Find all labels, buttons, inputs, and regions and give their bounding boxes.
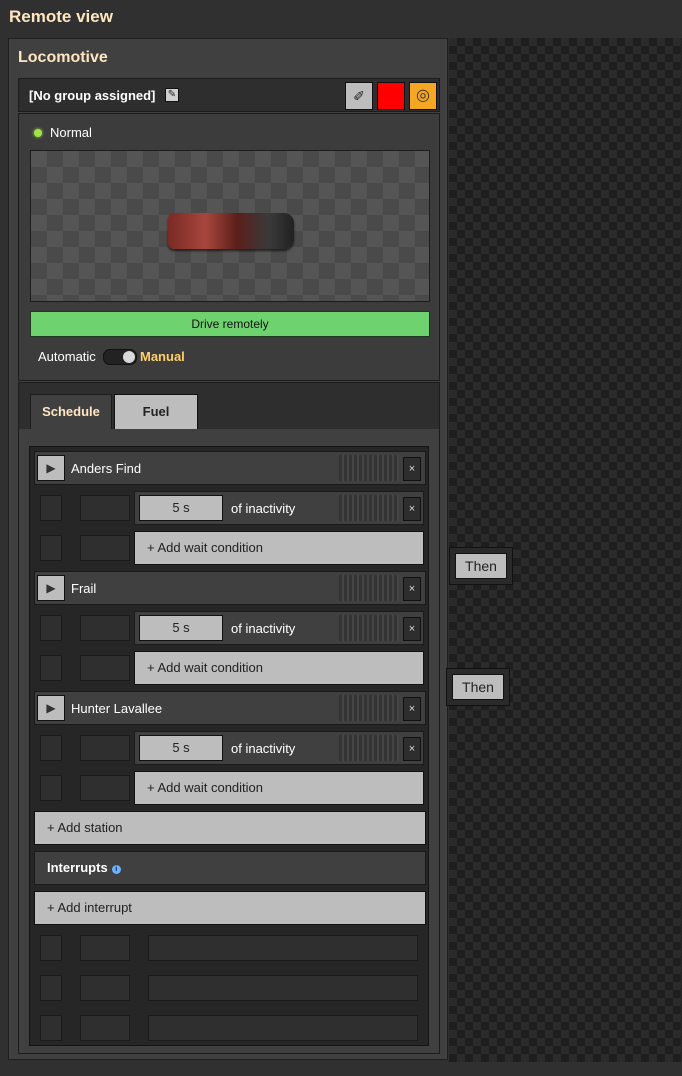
- station-row: ▶ Anders Find ×: [34, 451, 426, 485]
- empty-row: [34, 971, 426, 1005]
- wait-condition: 5 s of inactivity ×: [134, 491, 424, 525]
- add-station-button[interactable]: + Add station: [34, 811, 426, 845]
- drag-handle[interactable]: [339, 575, 399, 601]
- bottom-bar: [0, 1062, 682, 1076]
- drive-remotely-button[interactable]: Drive remotely: [30, 311, 430, 337]
- eyedropper-icon: ✐: [353, 88, 365, 104]
- empty-slot: [40, 935, 62, 961]
- station-name: Anders Find: [71, 461, 142, 476]
- interrupts-header: Interrupts i: [34, 851, 426, 885]
- add-wait-condition-button[interactable]: + Add wait condition: [134, 771, 424, 805]
- group-bar: [No group assigned] ✎ ✐ ◎: [18, 78, 440, 112]
- empty-slot: [80, 935, 130, 961]
- time-value-button[interactable]: 5 s: [139, 495, 223, 521]
- then-label: Then: [452, 674, 504, 700]
- empty-slot: [80, 495, 130, 521]
- empty-slot: [40, 495, 62, 521]
- edit-pencil-icon[interactable]: ✎: [165, 88, 179, 102]
- time-value-button[interactable]: 5 s: [139, 735, 223, 761]
- wait-condition: 5 s of inactivity ×: [134, 731, 424, 765]
- locomotive-info: Normal Drive remotely Automatic Manual: [18, 113, 440, 381]
- automatic-label: Automatic: [38, 349, 96, 364]
- remove-station-button[interactable]: ×: [403, 457, 421, 481]
- empty-slot: [40, 1015, 62, 1041]
- schedule-list: ▶ Anders Find × 5 s of inactivity × + Ad…: [29, 446, 429, 1046]
- empty-slot: [148, 935, 418, 961]
- time-value-button[interactable]: 5 s: [139, 615, 223, 641]
- empty-slot: [80, 975, 130, 1001]
- empty-slot: [40, 775, 62, 801]
- condition-row: 5 s of inactivity ×: [34, 731, 426, 765]
- empty-slot: [40, 735, 62, 761]
- status-text: Normal: [50, 125, 92, 140]
- station-row: ▶ Hunter Lavallee ×: [34, 691, 426, 725]
- info-icon[interactable]: i: [111, 865, 121, 874]
- mode-toggle[interactable]: [103, 349, 137, 365]
- condition-text: of inactivity: [231, 741, 296, 756]
- empty-slot: [148, 1015, 418, 1041]
- station-row: ▶ Frail ×: [34, 571, 426, 605]
- group-label: [No group assigned]: [29, 88, 156, 103]
- drag-handle[interactable]: [339, 615, 399, 641]
- remove-condition-button[interactable]: ×: [403, 617, 421, 641]
- add-wait-condition-button[interactable]: + Add wait condition: [134, 651, 424, 685]
- window-title: Remote view: [9, 7, 113, 26]
- then-label: Then: [455, 553, 507, 579]
- empty-row: [34, 931, 426, 965]
- interrupts-label: Interrupts: [47, 860, 108, 875]
- add-wait-row: + Add wait condition: [34, 771, 426, 805]
- add-wait-row: + Add wait condition: [34, 531, 426, 565]
- go-to-station-button[interactable]: ▶: [37, 455, 65, 481]
- empty-slot: [80, 615, 130, 641]
- empty-slot: [40, 535, 62, 561]
- color-picker-button[interactable]: ✐: [345, 82, 373, 110]
- empty-slot: [80, 775, 130, 801]
- then-button[interactable]: Then: [446, 668, 510, 706]
- empty-slot: [80, 655, 130, 681]
- empty-slot: [40, 655, 62, 681]
- go-to-station-button[interactable]: ▶: [37, 575, 65, 601]
- empty-slot: [80, 535, 130, 561]
- add-wait-condition-button[interactable]: + Add wait condition: [134, 531, 424, 565]
- wait-condition: 5 s of inactivity ×: [134, 611, 424, 645]
- color-swatch-button[interactable]: [377, 82, 405, 110]
- empty-slot: [80, 1015, 130, 1041]
- schedule-panel: ▶ Anders Find × 5 s of inactivity × + Ad…: [19, 429, 439, 1053]
- status-indicator-icon: [34, 129, 42, 137]
- tab-fuel[interactable]: Fuel: [114, 394, 198, 430]
- condition-row: 5 s of inactivity ×: [34, 491, 426, 525]
- remove-condition-button[interactable]: ×: [403, 497, 421, 521]
- condition-text: of inactivity: [231, 621, 296, 636]
- empty-slot: [148, 975, 418, 1001]
- tabs-area: Schedule Fuel ▶ Anders Find × 5 s of ina…: [18, 382, 440, 1054]
- add-wait-row: + Add wait condition: [34, 651, 426, 685]
- target-icon: ◎: [416, 87, 430, 104]
- add-interrupt-button[interactable]: + Add interrupt: [34, 891, 426, 925]
- remove-condition-button[interactable]: ×: [403, 737, 421, 761]
- locomotive-image: [168, 213, 294, 249]
- empty-row: [34, 1011, 426, 1041]
- remove-station-button[interactable]: ×: [403, 697, 421, 721]
- drag-handle[interactable]: [339, 735, 399, 761]
- drag-handle[interactable]: [339, 495, 399, 521]
- empty-slot: [40, 975, 62, 1001]
- center-on-train-button[interactable]: ◎: [409, 82, 437, 110]
- then-button[interactable]: Then: [449, 547, 513, 585]
- panel-title: Locomotive: [18, 49, 108, 66]
- remove-station-button[interactable]: ×: [403, 577, 421, 601]
- drag-handle[interactable]: [339, 695, 399, 721]
- empty-slot: [40, 615, 62, 641]
- condition-row: 5 s of inactivity ×: [34, 611, 426, 645]
- tab-schedule[interactable]: Schedule: [30, 394, 112, 430]
- go-to-station-button[interactable]: ▶: [37, 695, 65, 721]
- station-name: Frail: [71, 581, 97, 596]
- locomotive-preview[interactable]: [30, 150, 430, 302]
- empty-slot: [80, 735, 130, 761]
- manual-label: Manual: [140, 349, 185, 364]
- drag-handle[interactable]: [339, 455, 399, 481]
- title-bar: Remote view: [0, 0, 682, 36]
- station-name: Hunter Lavallee: [71, 701, 163, 716]
- condition-text: of inactivity: [231, 501, 296, 516]
